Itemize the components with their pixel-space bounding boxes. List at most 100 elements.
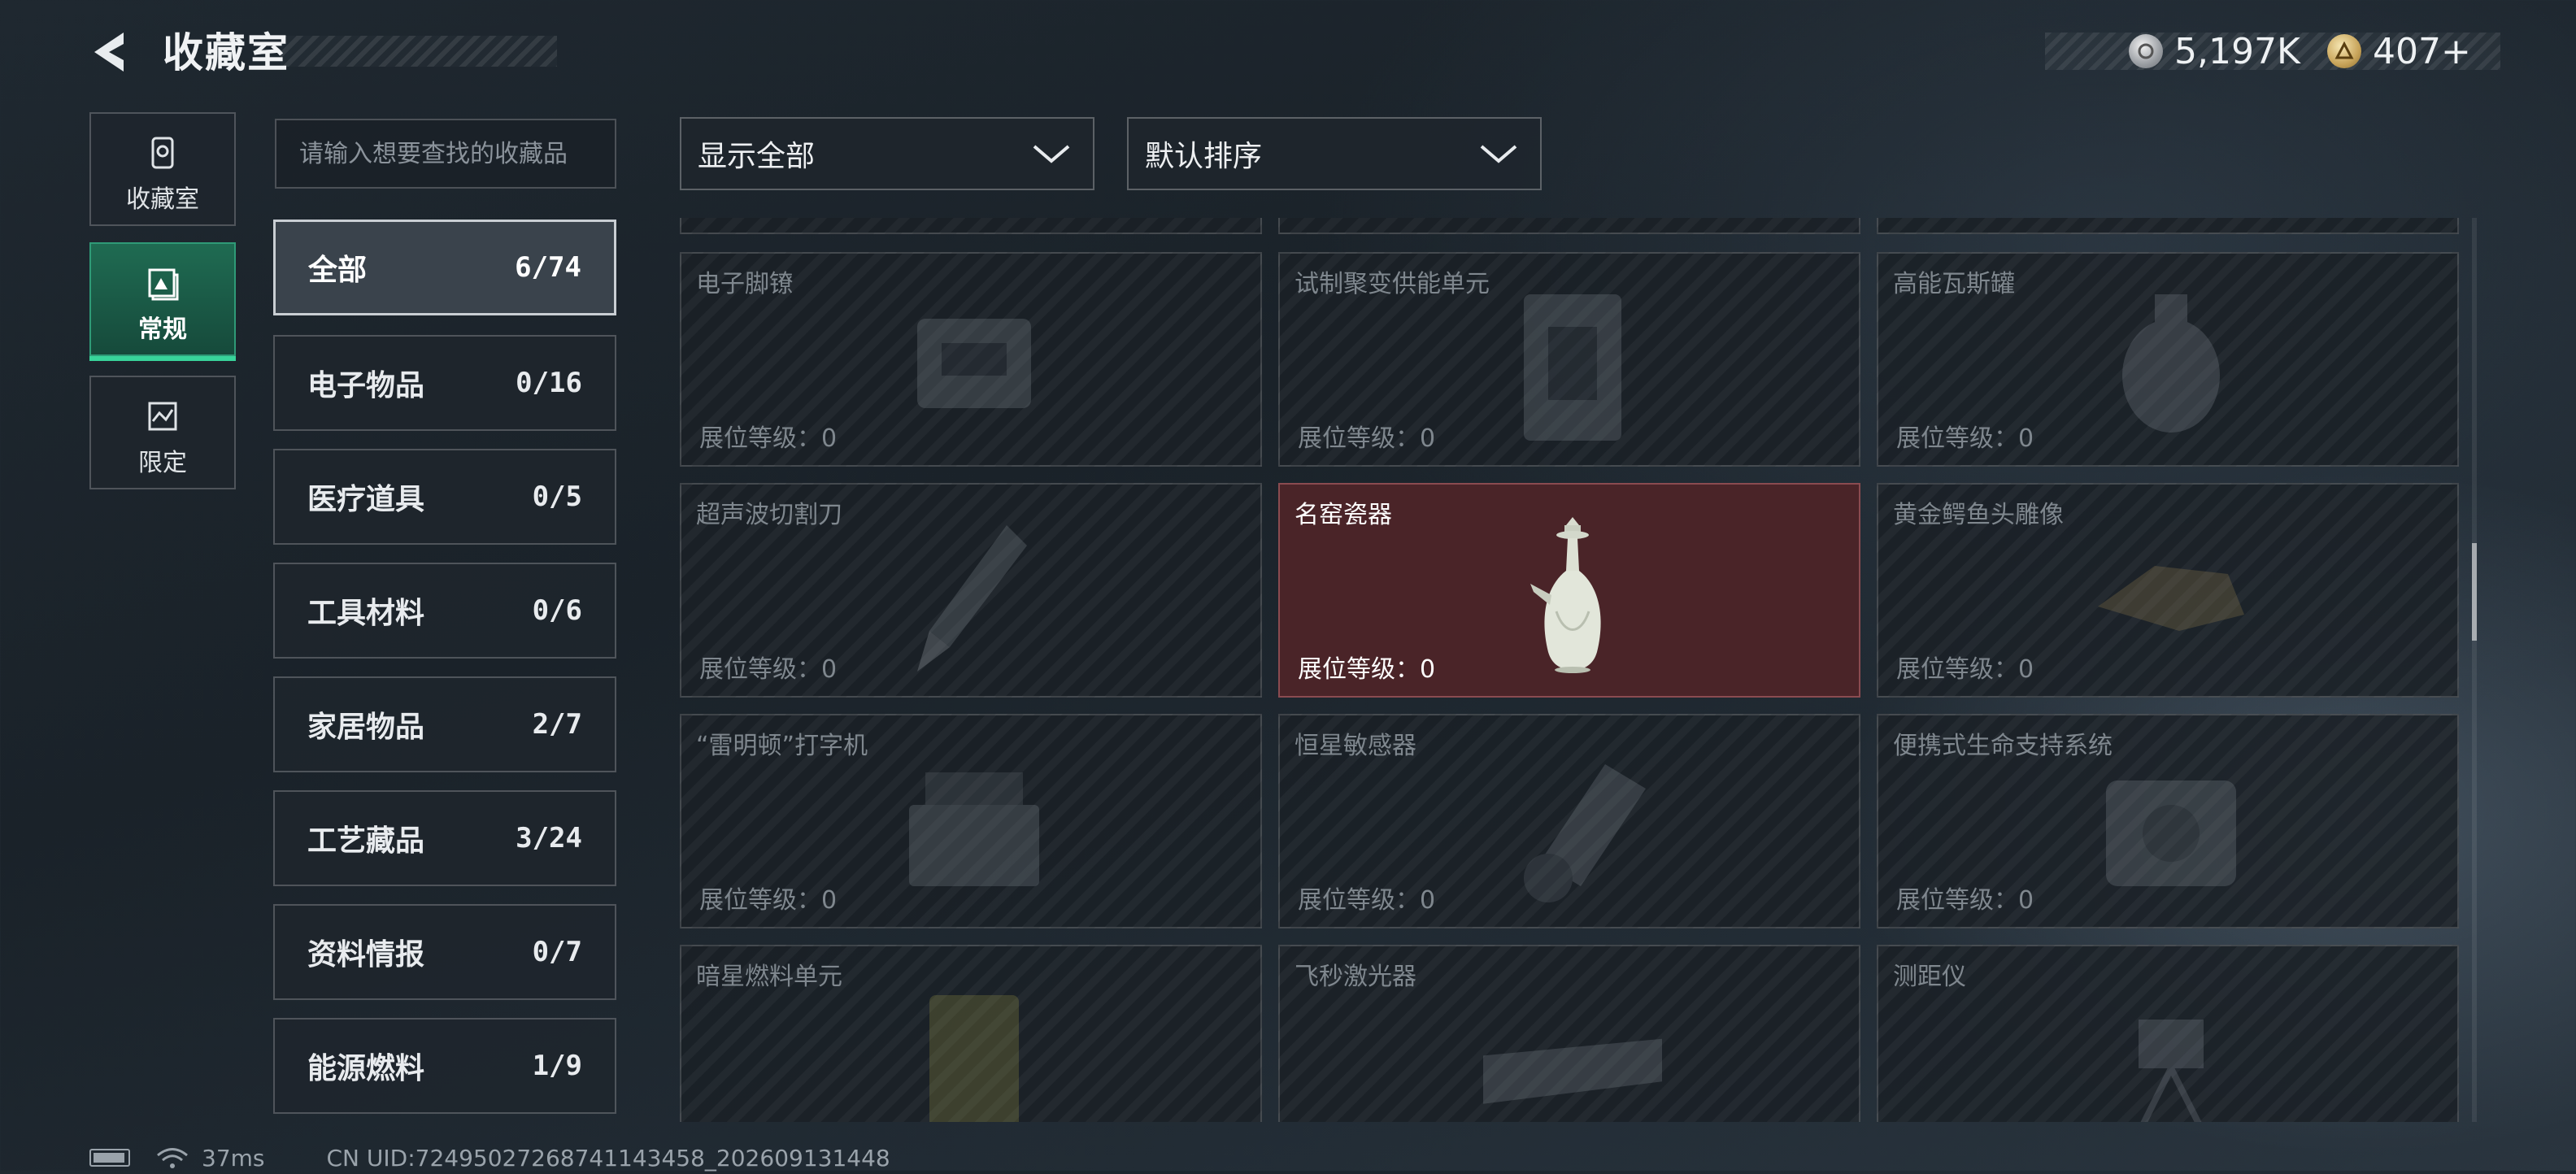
ankle-monitor-icon — [917, 319, 1031, 408]
category-intel[interactable]: 资料情报 0/7 — [273, 904, 616, 1000]
item-level: 展位等级：0 — [1896, 655, 2034, 684]
sort-dropdown[interactable]: 默认排序 — [1127, 117, 1542, 190]
nav-collection-room[interactable]: 收藏室 — [89, 112, 236, 226]
grid-scrollbar[interactable] — [2472, 218, 2477, 1122]
category-electronics[interactable]: 电子物品 0/16 — [273, 335, 616, 431]
collection-card[interactable]: 暗星燃料单元 — [680, 945, 1262, 1122]
collection-card-partial[interactable] — [680, 218, 1262, 234]
item-level: 展位等级：0 — [1896, 886, 2034, 915]
collection-card[interactable]: 高能瓦斯罐 展位等级：0 — [1877, 252, 2459, 467]
item-name: 暗星燃料单元 — [696, 963, 842, 991]
category-name: 电子物品 — [307, 369, 425, 402]
category-name: 全部 — [308, 254, 368, 287]
collection-room-icon — [151, 137, 174, 169]
page-title: 收藏室 — [163, 29, 289, 76]
silver-currency[interactable]: 5,197K — [2129, 31, 2300, 72]
category-all[interactable]: 全部 6/74 — [273, 220, 616, 315]
item-name: 高能瓦斯罐 — [1893, 270, 2015, 298]
gold-currency[interactable]: 407+ — [2327, 31, 2471, 72]
porcelain-vase-icon — [1530, 517, 1601, 673]
item-level: 展位等级：0 — [1298, 424, 1436, 453]
collection-card[interactable]: 便携式生命支持系统 展位等级：0 — [1877, 714, 2459, 928]
collection-card-partial[interactable] — [1877, 218, 2459, 234]
item-level: 展位等级：0 — [699, 655, 838, 684]
collection-card[interactable]: 超声波切割刀 展位等级：0 — [680, 483, 1262, 698]
limited-icon — [148, 402, 177, 431]
collection-card-selected[interactable]: 名窑瓷器 展位等级：0 — [1278, 483, 1860, 698]
category-count: 0/6 — [532, 594, 582, 627]
gold-currency-value: 407+ — [2373, 30, 2471, 72]
item-level: 展位等级：0 — [1896, 424, 2034, 453]
collection-card[interactable]: 试制聚变供能单元 展位等级：0 — [1278, 252, 1860, 467]
ping-value: 37ms — [202, 1144, 265, 1172]
sort-value: 默认排序 — [1145, 140, 1263, 173]
rangefinder-icon — [2139, 1020, 2204, 1122]
silver-currency-value: 5,197K — [2174, 30, 2300, 72]
collection-card[interactable]: “雷明顿”打字机 展位等级：0 — [680, 714, 1262, 928]
fusion-cell-icon — [1524, 294, 1621, 441]
category-crafts[interactable]: 工艺藏品 3/24 — [273, 790, 616, 886]
wifi-icon — [157, 1148, 188, 1168]
battery-icon — [89, 1149, 130, 1167]
category-count: 0/5 — [532, 480, 582, 513]
item-level: 展位等级：0 — [1298, 655, 1436, 684]
category-count: 0/16 — [516, 367, 582, 399]
status-bar: 37ms CN UID:72495027268741143458_2026091… — [89, 1141, 890, 1174]
collection-grid[interactable]: 电子脚镣 展位等级：0 试制聚变供能单元 展位等级：0 高能瓦斯罐 展位等级：0… — [667, 218, 2464, 1122]
category-count: 6/74 — [515, 251, 581, 284]
nav-label: 收藏室 — [126, 185, 199, 214]
gold-coin-icon — [2327, 34, 2361, 68]
item-name: 便携式生命支持系统 — [1893, 732, 2113, 760]
nav-limited[interactable]: 限定 — [89, 376, 236, 489]
typewriter-icon — [909, 772, 1039, 886]
category-energy[interactable]: 能源燃料 1/9 — [273, 1018, 616, 1114]
user-uid: CN UID:72495027268741143458_202609131448 — [326, 1144, 890, 1172]
item-name: 名窑瓷器 — [1295, 501, 1392, 529]
scrollbar-thumb[interactable] — [2472, 543, 2477, 641]
category-medical[interactable]: 医疗道具 0/5 — [273, 449, 616, 545]
display-filter-value: 显示全部 — [698, 140, 816, 173]
title-decoration — [281, 36, 557, 67]
crocodile-statue-icon — [2098, 566, 2244, 631]
life-support-icon — [2106, 780, 2236, 886]
collection-card[interactable]: 恒星敏感器 展位等级：0 — [1278, 714, 1860, 928]
category-name: 能源燃料 — [307, 1052, 425, 1085]
category-count: 1/9 — [532, 1050, 582, 1082]
regular-icon — [148, 268, 179, 301]
category-count: 3/24 — [516, 822, 582, 854]
fuel-cell-icon — [929, 995, 1019, 1122]
item-name: 飞秒激光器 — [1295, 963, 1416, 991]
collection-card-partial[interactable] — [1278, 218, 1860, 234]
nav-label: 限定 — [138, 449, 187, 477]
category-name: 工艺藏品 — [307, 824, 425, 858]
chevron-down-icon — [1033, 145, 1070, 163]
category-count: 2/7 — [532, 708, 582, 741]
back-arrow-icon[interactable] — [88, 28, 137, 76]
item-level: 展位等级：0 — [1298, 886, 1436, 915]
gas-tank-icon — [2122, 294, 2220, 433]
silver-coin-icon — [2129, 34, 2163, 68]
item-level: 展位等级：0 — [699, 886, 838, 915]
ultrasonic-cutter-icon — [917, 525, 1027, 672]
category-tools[interactable]: 工具材料 0/6 — [273, 563, 616, 659]
display-filter-dropdown[interactable]: 显示全部 — [680, 117, 1094, 190]
item-name: 测距仪 — [1893, 963, 1966, 991]
star-sensor-icon — [1524, 764, 1646, 902]
category-name: 家居物品 — [307, 711, 425, 744]
category-name: 工具材料 — [307, 597, 425, 630]
item-name: 超声波切割刀 — [696, 501, 842, 529]
collection-card[interactable]: 飞秒激光器 — [1278, 945, 1860, 1122]
collection-card[interactable]: 黄金鳄鱼头雕像 展位等级：0 — [1877, 483, 2459, 698]
item-name: “雷明顿”打字机 — [696, 732, 868, 760]
item-name: 黄金鳄鱼头雕像 — [1893, 501, 2064, 529]
category-name: 资料情报 — [307, 938, 425, 972]
femtosecond-laser-icon — [1483, 1038, 1662, 1104]
nav-regular[interactable]: 常规 — [89, 242, 236, 361]
item-name: 电子脚镣 — [696, 270, 794, 298]
collection-card[interactable]: 电子脚镣 展位等级：0 — [680, 252, 1262, 467]
collection-card[interactable]: 测距仪 — [1877, 945, 2459, 1122]
category-household[interactable]: 家居物品 2/7 — [273, 676, 616, 772]
search-input[interactable] — [275, 119, 616, 189]
category-count: 0/7 — [532, 936, 582, 968]
chevron-down-icon — [1480, 145, 1517, 163]
